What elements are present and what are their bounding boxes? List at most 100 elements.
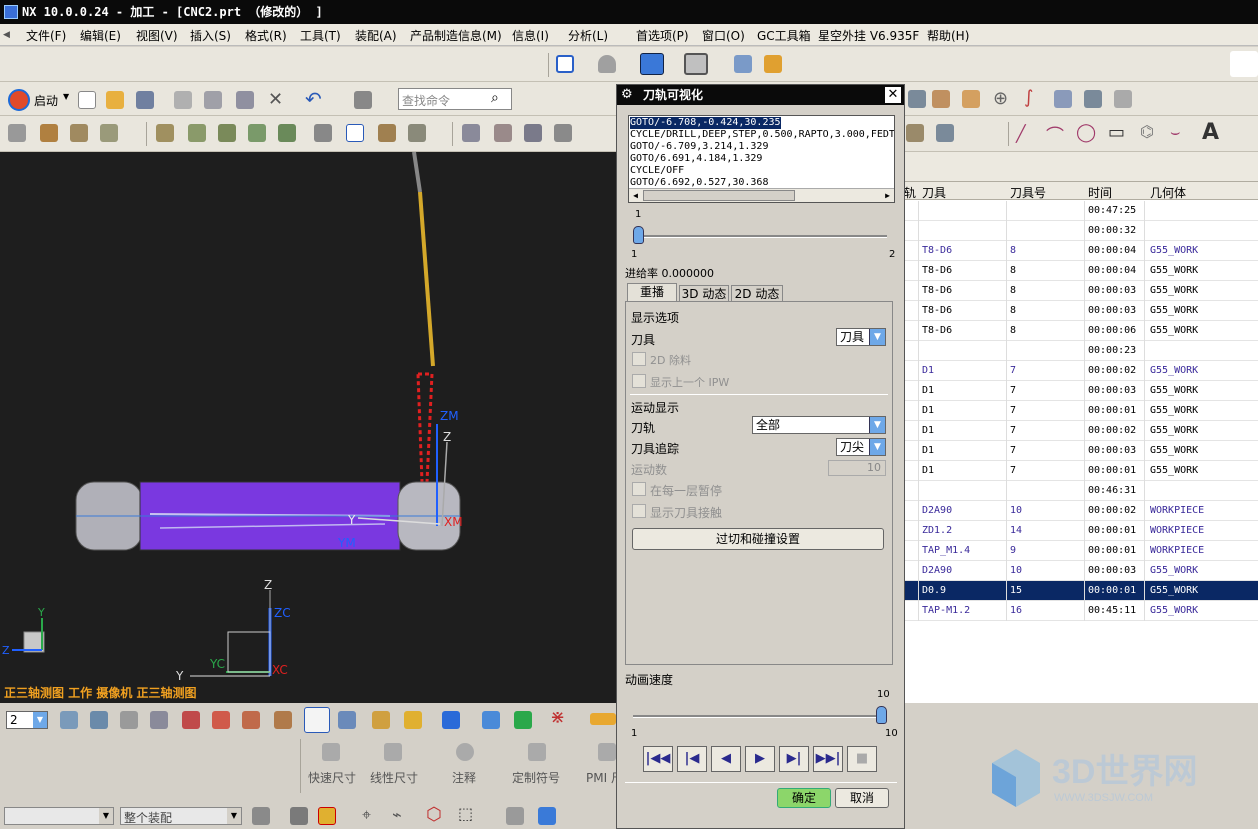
fillet-icon[interactable]: ⌣ (1170, 122, 1181, 142)
shaded-cube-icon[interactable] (640, 53, 664, 75)
table-row[interactable]: T8-D6 8 00:00:03 G55_WORK (904, 301, 1258, 321)
shop-doc-icon[interactable] (314, 124, 332, 142)
table-row[interactable]: 00:00:32 (904, 221, 1258, 241)
table-row[interactable]: TAP-M1.2 16 00:45:11 G55_WORK (904, 601, 1258, 621)
rewind-to-start-button[interactable]: |◀◀ (643, 746, 673, 772)
arc-icon[interactable]: ⌒ (1046, 122, 1064, 148)
table-row[interactable]: D1 7 00:00:02 G55_WORK (904, 421, 1258, 441)
select-point-icon[interactable] (318, 807, 336, 825)
show-all-icon[interactable] (514, 711, 532, 729)
wcs-orient-icon[interactable] (274, 711, 292, 729)
paste-icon[interactable] (236, 91, 254, 109)
chevron-down-icon[interactable]: ▼ (869, 329, 885, 345)
new-file-icon[interactable] (78, 91, 96, 109)
table-row[interactable]: TAP_M1.4 9 00:00:01 WORKPIECE (904, 541, 1258, 561)
save-wcs-icon[interactable] (338, 711, 356, 729)
search-icon[interactable]: ⌕ (491, 90, 499, 106)
bound-box-icon[interactable] (962, 90, 980, 108)
selection-icon[interactable] (404, 711, 422, 729)
custom-symbol-icon[interactable] (528, 743, 546, 761)
table-row[interactable]: T8-D6 8 00:00:06 G55_WORK (904, 321, 1258, 341)
custom-symbol-button[interactable]: 定制符号 (512, 769, 560, 786)
col-header-geometry[interactable]: 几何体 (1150, 184, 1186, 201)
end-point-icon[interactable]: ⌖ (362, 805, 371, 825)
toolpath-display-select[interactable]: 全部 ▼ (752, 416, 886, 434)
create-program-icon[interactable] (8, 124, 26, 142)
col-header-tool[interactable]: 刀具 (922, 184, 946, 201)
start-icon[interactable] (8, 89, 30, 111)
wcs-icon[interactable] (906, 124, 924, 142)
goto-line[interactable]: GOTO/-6.709,3.214,1.329 (630, 141, 768, 153)
col-header-path[interactable]: 轨 (904, 184, 916, 201)
menu-file[interactable]: 文件(F) (26, 27, 66, 44)
goto-listing[interactable]: GOTO/-6.708,-0.424,30.235 CYCLE/DRILL,DE… (628, 115, 895, 203)
table-row[interactable]: D2A90 10 00:00:02 WORKPIECE (904, 501, 1258, 521)
menu-format[interactable]: 格式(R) (245, 27, 287, 44)
goto-line[interactable]: CYCLE/OFF (630, 165, 684, 177)
speed-slider-thumb[interactable] (876, 706, 887, 724)
menu-help[interactable]: 帮助(H) (927, 27, 969, 44)
replay-toolpath-icon[interactable] (188, 124, 206, 142)
assign-icon[interactable] (524, 124, 542, 142)
table-row[interactable]: D1 7 00:00:01 G55_WORK (904, 401, 1258, 421)
menu-control-arrow-icon[interactable]: ◀ (3, 30, 13, 40)
menu-gc-toolbox[interactable]: GC工具箱 (757, 27, 811, 44)
command-search-box[interactable]: 查找命令 ⌕ (398, 88, 512, 110)
linear-dimension-button[interactable]: 线性尺寸 (370, 769, 418, 786)
start-menu-button[interactable]: 启动 (34, 92, 58, 109)
chevron-down-icon[interactable]: ▼ (869, 439, 885, 455)
table-row[interactable]: 00:00:23 (904, 341, 1258, 361)
move-to-layer-icon[interactable] (90, 711, 108, 729)
menu-edit[interactable]: 编辑(E) (80, 27, 121, 44)
menu-preferences[interactable]: 首选项(P) (636, 27, 689, 44)
filter-settings-icon[interactable] (252, 807, 270, 825)
generate-toolpath-icon[interactable] (156, 124, 174, 142)
pmi-dimension-icon[interactable] (598, 743, 616, 761)
step-forward-operation-button[interactable]: ▶| (779, 746, 809, 772)
scroll-right-icon[interactable]: ▶ (881, 189, 894, 202)
rect-select-icon[interactable]: ⬚ (458, 804, 473, 823)
chevron-down-icon[interactable]: ▼ (33, 712, 47, 728)
rectangle-icon[interactable]: ▭ (1108, 122, 1125, 143)
gouge-collision-settings-button[interactable]: 过切和碰撞设置 (632, 528, 884, 550)
sew-icon[interactable] (1114, 90, 1132, 108)
copy-icon[interactable] (204, 91, 222, 109)
surface-icon[interactable] (1054, 90, 1072, 108)
offset-icon[interactable]: ⌬ (1140, 122, 1154, 141)
table-row[interactable]: D0.9 15 00:00:01 G55_WORK (904, 581, 1258, 601)
spline-icon[interactable]: ∫ (1024, 87, 1033, 108)
start-dropdown-icon[interactable]: ▼ (63, 92, 69, 101)
col-header-tool-number[interactable]: 刀具号 (1010, 184, 1046, 201)
mid-point-icon[interactable]: ⌁ (392, 805, 402, 824)
ruler-icon[interactable] (590, 713, 616, 725)
tool-display-select[interactable]: 刀具 ▼ (836, 328, 886, 346)
table-row[interactable]: ZD1.2 14 00:00:01 WORKPIECE (904, 521, 1258, 541)
show-prev-ipw-checkbox[interactable] (632, 374, 646, 388)
text-icon[interactable]: A (1202, 120, 1219, 145)
create-geometry-icon[interactable] (70, 124, 88, 142)
table-row[interactable]: T8-D6 8 00:00:04 G55_WORK (904, 261, 1258, 281)
delete-icon[interactable]: ✕ (268, 89, 283, 110)
feeds-speeds-icon[interactable] (378, 124, 396, 142)
linear-dimension-icon[interactable] (384, 743, 402, 761)
step-back-operation-button[interactable]: |◀ (677, 746, 707, 772)
measure-icon[interactable] (932, 90, 950, 108)
menu-insert[interactable]: 插入(S) (190, 27, 231, 44)
goto-line-selected[interactable]: GOTO/-6.708,-0.424,30.235 (630, 117, 781, 129)
select-face-icon[interactable] (538, 807, 556, 825)
col-header-time[interactable]: 时间 (1088, 184, 1112, 201)
table-row[interactable]: T8-D6 8 00:00:03 G55_WORK (904, 281, 1258, 301)
table-row[interactable]: D1 7 00:00:02 G55_WORK (904, 361, 1258, 381)
output-cls-icon[interactable] (346, 124, 364, 142)
stop-button[interactable]: ■ (847, 746, 877, 772)
goto-horizontal-scrollbar[interactable]: ◀ ▶ (629, 188, 894, 202)
show-tool-icon[interactable] (554, 124, 572, 142)
motion-slider-track[interactable] (633, 235, 887, 238)
layer-visibility-icon[interactable] (150, 711, 168, 729)
snap-icon[interactable] (372, 711, 390, 729)
rapid-dimension-icon[interactable] (322, 743, 340, 761)
verify-toolpath-icon[interactable] (218, 124, 236, 142)
table-row[interactable]: D1 7 00:00:03 G55_WORK (904, 381, 1258, 401)
wcs-rotate-icon[interactable] (242, 711, 260, 729)
menu-window[interactable]: 窗口(O) (702, 27, 745, 44)
